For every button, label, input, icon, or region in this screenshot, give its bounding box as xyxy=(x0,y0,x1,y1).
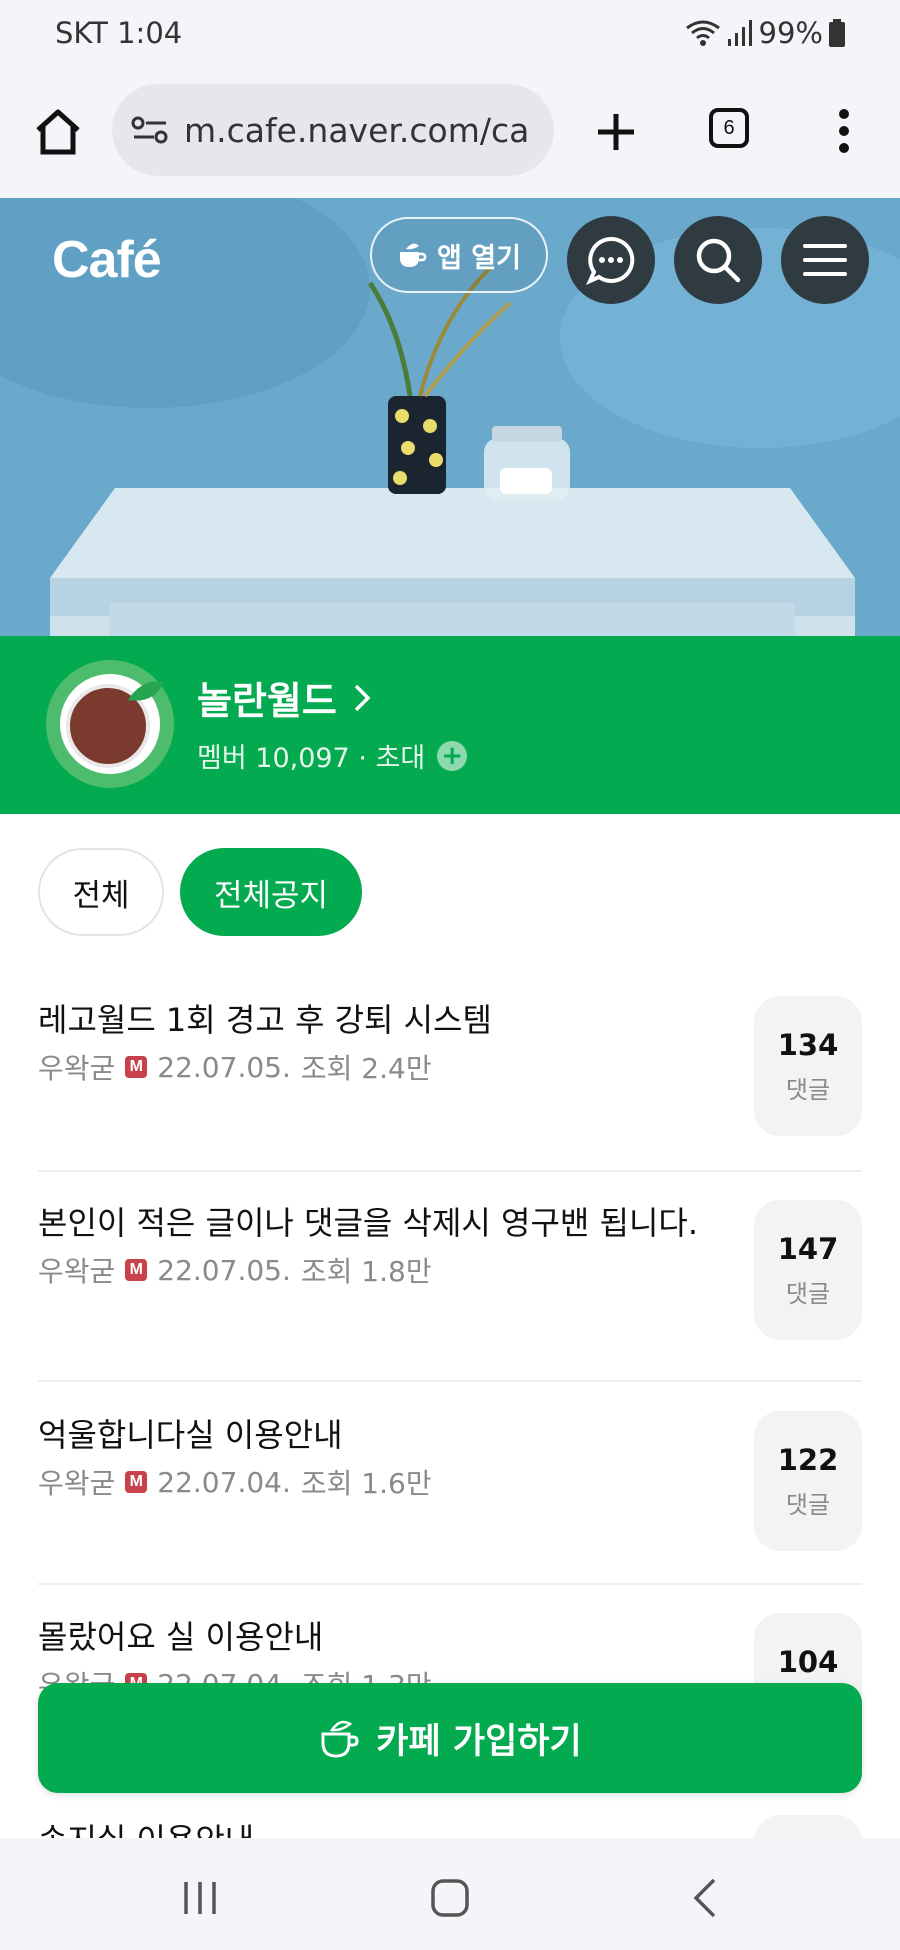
app-open-button[interactable]: 앱 열기 xyxy=(370,217,548,293)
url-text[interactable]: m.cafe.naver.com/ca xyxy=(184,111,529,150)
battery-percent: 99% xyxy=(758,16,823,50)
home-nav-icon[interactable] xyxy=(428,1876,472,1920)
more-vert-icon[interactable] xyxy=(834,108,854,154)
post-author: 우왁굳 xyxy=(38,1255,116,1288)
manager-badge: M xyxy=(125,1259,148,1281)
join-cafe-label: 카페 가입하기 xyxy=(376,1721,582,1762)
post-views: 조회 1.8만 xyxy=(300,1255,432,1288)
member-count-invite[interactable]: 멤버 10,097 · 초대 xyxy=(197,736,425,775)
post-date: 22.07.05. xyxy=(157,1050,291,1084)
post-meta: 우왁굳 M 22.07.05. 조회 1.8만 xyxy=(38,1250,862,1290)
status-icons: 99% xyxy=(685,16,845,50)
post-date: 22.07.04. xyxy=(157,1465,291,1499)
post-title[interactable]: 억울합니다실 이용안내 xyxy=(38,1410,718,1460)
cafe-name: 놀란월드 xyxy=(197,679,337,723)
post-author: 우왁굳 xyxy=(38,1052,116,1085)
signal-icon xyxy=(727,20,752,46)
manager-badge: M xyxy=(125,1056,148,1078)
browser-toolbar: m.cafe.naver.com/ca 6 xyxy=(0,66,900,198)
post-meta: 우왁굳 M 22.07.04. 조회 1.6만 xyxy=(38,1462,862,1502)
coffee-cup-avatar-icon xyxy=(60,674,164,774)
post-views: 조회 2.4만 xyxy=(300,1052,432,1085)
site-settings-icon[interactable] xyxy=(130,110,170,150)
invite-plus-icon[interactable]: + xyxy=(437,740,468,771)
url-bar[interactable]: m.cafe.naver.com/ca xyxy=(112,84,554,176)
post-author: 우왁굳 xyxy=(38,1467,116,1500)
divider xyxy=(38,1380,862,1382)
comment-count: 104 xyxy=(777,1644,839,1679)
comment-label: 댓글 xyxy=(785,1490,831,1519)
search-button[interactable] xyxy=(674,216,762,304)
post-item[interactable]: 본인이 적은 글이나 댓글을 삭제시 영구밴 됩니다. 우왁굳 M 22.07.… xyxy=(38,1198,862,1358)
comment-count: 147 xyxy=(777,1231,839,1266)
filter-chip-label: 전체 xyxy=(72,877,130,914)
status-carrier-time: SKT 1:04 xyxy=(55,16,183,50)
join-cafe-button[interactable]: 카페 가입하기 xyxy=(38,1683,862,1793)
cafe-name-link[interactable]: 놀란월드 xyxy=(197,670,371,725)
cafe-cover-image: Café 앱 열기 xyxy=(0,198,900,636)
comment-label: 댓글 xyxy=(785,1279,831,1308)
filter-chip-all[interactable]: 전체 xyxy=(38,848,164,936)
search-icon xyxy=(696,238,741,283)
comment-label: 댓글 xyxy=(785,1075,831,1104)
post-title[interactable]: 본인이 적은 글이나 댓글을 삭제시 영구밴 됩니다. xyxy=(38,1198,718,1248)
recent-apps-icon[interactable] xyxy=(178,1876,222,1920)
coffee-cup-icon xyxy=(321,1720,359,1758)
chat-button[interactable] xyxy=(567,216,655,304)
post-title[interactable]: 몰랐어요 실 이용안내 xyxy=(38,1612,718,1662)
system-navigation-bar xyxy=(0,1838,900,1950)
post-item[interactable]: 억울합니다실 이용안내 우왁굳 M 22.07.04. 조회 1.6만 122 … xyxy=(38,1410,862,1555)
comment-count-box[interactable]: 147 댓글 xyxy=(754,1200,862,1340)
chevron-right-icon xyxy=(354,684,371,711)
home-icon[interactable] xyxy=(32,106,84,158)
menu-button[interactable] xyxy=(781,216,869,304)
cafe-info-header: 놀란월드 멤버 10,097 · 초대 + xyxy=(0,636,900,814)
comment-count: 122 xyxy=(777,1442,839,1477)
post-meta: 우왁굳 M 22.07.05. 조회 2.4만 xyxy=(38,1047,862,1087)
coffee-cup-icon xyxy=(400,243,427,267)
comment-count: 134 xyxy=(777,1027,839,1062)
filter-chip-label: 전체공지 xyxy=(213,877,329,914)
status-bar: SKT 1:04 99% xyxy=(0,0,900,66)
back-nav-icon[interactable] xyxy=(684,1876,728,1920)
manager-badge: M xyxy=(125,1471,148,1493)
cafe-avatar[interactable] xyxy=(46,660,174,788)
post-item[interactable]: 레고월드 1회 경고 후 강퇴 시스템 우왁굳 M 22.07.05. 조회 2… xyxy=(38,995,862,1140)
wifi-icon xyxy=(685,20,720,46)
chat-bubble-icon xyxy=(586,236,635,285)
hamburger-menu-icon xyxy=(803,244,847,276)
post-title[interactable]: 레고월드 1회 경고 후 강퇴 시스템 xyxy=(38,995,718,1045)
divider xyxy=(38,1170,862,1172)
divider xyxy=(38,1583,862,1585)
app-open-label: 앱 열기 xyxy=(437,242,521,274)
comment-count-box[interactable]: 122 댓글 xyxy=(754,1411,862,1551)
tab-switcher-button[interactable]: 6 xyxy=(709,108,749,148)
tab-count: 6 xyxy=(723,116,735,139)
battery-icon xyxy=(829,19,845,47)
post-date: 22.07.05. xyxy=(157,1253,291,1287)
post-views: 조회 1.6만 xyxy=(300,1467,432,1500)
filter-chip-all-notices[interactable]: 전체공지 xyxy=(180,848,362,936)
cafe-meta: 멤버 10,097 · 초대 + xyxy=(197,736,468,775)
comment-count-box[interactable]: 134 댓글 xyxy=(754,996,862,1136)
cafe-logo[interactable]: Café xyxy=(52,230,162,290)
new-tab-icon[interactable] xyxy=(590,106,642,158)
